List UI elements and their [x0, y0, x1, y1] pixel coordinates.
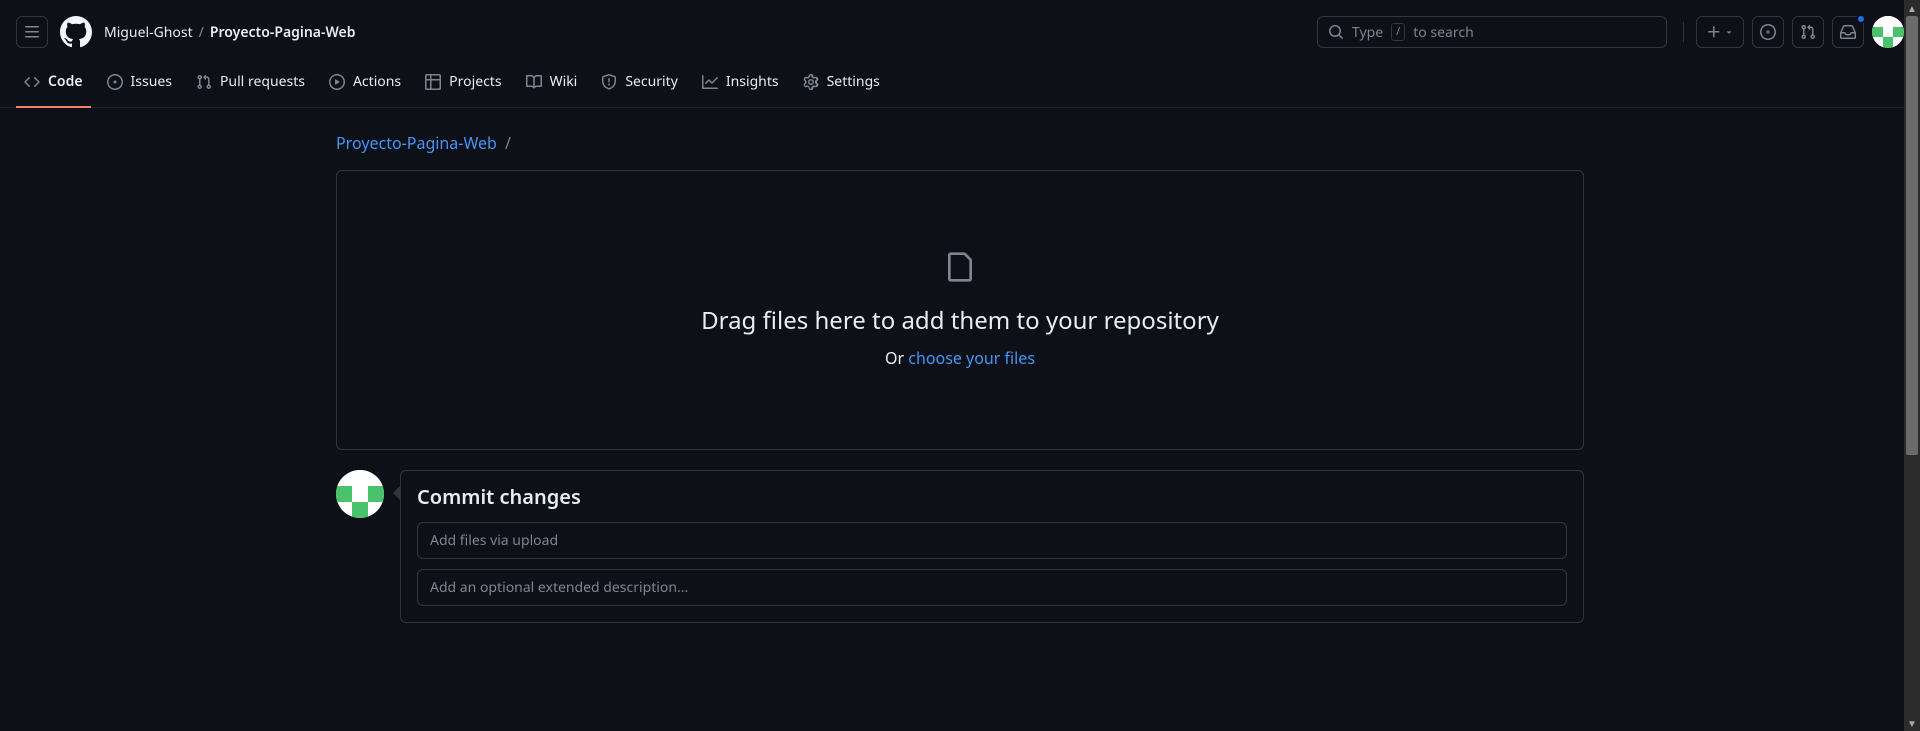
inbox-icon [1840, 24, 1856, 40]
gear-icon [803, 74, 819, 90]
choose-files-link[interactable]: choose your files [908, 347, 1035, 369]
path-separator: / [505, 132, 511, 154]
owner-link[interactable]: Miguel-Ghost [104, 23, 193, 42]
tab-label: Settings [827, 72, 880, 91]
search-prefix: Type [1352, 23, 1383, 42]
tab-insights[interactable]: Insights [694, 64, 787, 107]
pull-requests-button[interactable] [1792, 16, 1824, 48]
hamburger-icon [24, 24, 40, 40]
scroll-up-arrow[interactable]: ▲ [1904, 0, 1920, 16]
commit-description-input[interactable] [417, 569, 1567, 606]
tab-label: Issues [131, 72, 172, 91]
file-path-breadcrumb: Proyecto-Pagina-Web / [336, 132, 1584, 154]
hamburger-menu-button[interactable] [16, 16, 48, 48]
plus-icon [1706, 24, 1722, 40]
tab-label: Projects [449, 72, 501, 91]
main-content: Proyecto-Pagina-Web / Drag files here to… [320, 108, 1600, 647]
git-pull-request-icon [196, 74, 212, 90]
scrollbar[interactable]: ▲ ▼ [1904, 0, 1920, 731]
tab-label: Actions [353, 72, 401, 91]
repo-link[interactable]: Proyecto-Pagina-Web [210, 23, 356, 42]
commit-author-avatar[interactable] [336, 470, 384, 518]
dropzone-subtext: Or choose your files [357, 347, 1563, 369]
github-mark-icon [60, 16, 92, 48]
scroll-down-arrow[interactable]: ▼ [1904, 715, 1920, 731]
file-icon [357, 251, 1563, 288]
issue-opened-icon [1760, 24, 1776, 40]
tab-wiki[interactable]: Wiki [518, 64, 586, 107]
tab-security[interactable]: Security [593, 64, 686, 107]
breadcrumb-separator: / [199, 23, 204, 42]
tab-code[interactable]: Code [16, 64, 91, 107]
create-new-button[interactable] [1696, 16, 1744, 48]
tab-pull-requests[interactable]: Pull requests [188, 64, 313, 107]
notification-indicator [1856, 14, 1866, 24]
git-pull-request-icon [1800, 24, 1816, 40]
commit-section: Commit changes [336, 470, 1584, 623]
search-suffix: to search [1413, 23, 1474, 42]
tab-settings[interactable]: Settings [795, 64, 888, 107]
repo-root-link[interactable]: Proyecto-Pagina-Web [336, 132, 497, 154]
tab-label: Wiki [550, 72, 578, 91]
search-input[interactable]: Type / to search [1317, 16, 1667, 48]
scrollbar-thumb[interactable] [1906, 16, 1918, 455]
search-key-hint: / [1391, 23, 1405, 41]
tab-issues[interactable]: Issues [99, 64, 180, 107]
book-icon [526, 74, 542, 90]
issue-opened-icon [107, 74, 123, 90]
triangle-down-icon [1724, 27, 1734, 37]
tab-label: Pull requests [220, 72, 305, 91]
repo-nav: Code Issues Pull requests Actions Projec… [0, 64, 1920, 108]
code-icon [24, 74, 40, 90]
tab-actions[interactable]: Actions [321, 64, 409, 107]
repo-breadcrumb: Miguel-Ghost / Proyecto-Pagina-Web [104, 23, 356, 42]
file-dropzone[interactable]: Drag files here to add them to your repo… [336, 170, 1584, 450]
commit-summary-input[interactable] [417, 522, 1567, 559]
user-avatar[interactable] [1872, 16, 1904, 48]
play-icon [329, 74, 345, 90]
app-header: Miguel-Ghost / Proyecto-Pagina-Web Type … [0, 0, 1920, 64]
table-icon [425, 74, 441, 90]
header-actions [1679, 16, 1904, 48]
commit-form: Commit changes [400, 470, 1584, 623]
tab-label: Insights [726, 72, 779, 91]
tab-label: Security [625, 72, 678, 91]
issues-button[interactable] [1752, 16, 1784, 48]
search-icon [1328, 24, 1344, 40]
divider [1683, 22, 1684, 42]
shield-icon [601, 74, 617, 90]
dropzone-headline: Drag files here to add them to your repo… [357, 304, 1563, 337]
github-logo[interactable] [60, 16, 92, 48]
tab-projects[interactable]: Projects [417, 64, 509, 107]
graph-icon [702, 74, 718, 90]
commit-title: Commit changes [401, 471, 1583, 522]
tab-label: Code [48, 72, 83, 91]
